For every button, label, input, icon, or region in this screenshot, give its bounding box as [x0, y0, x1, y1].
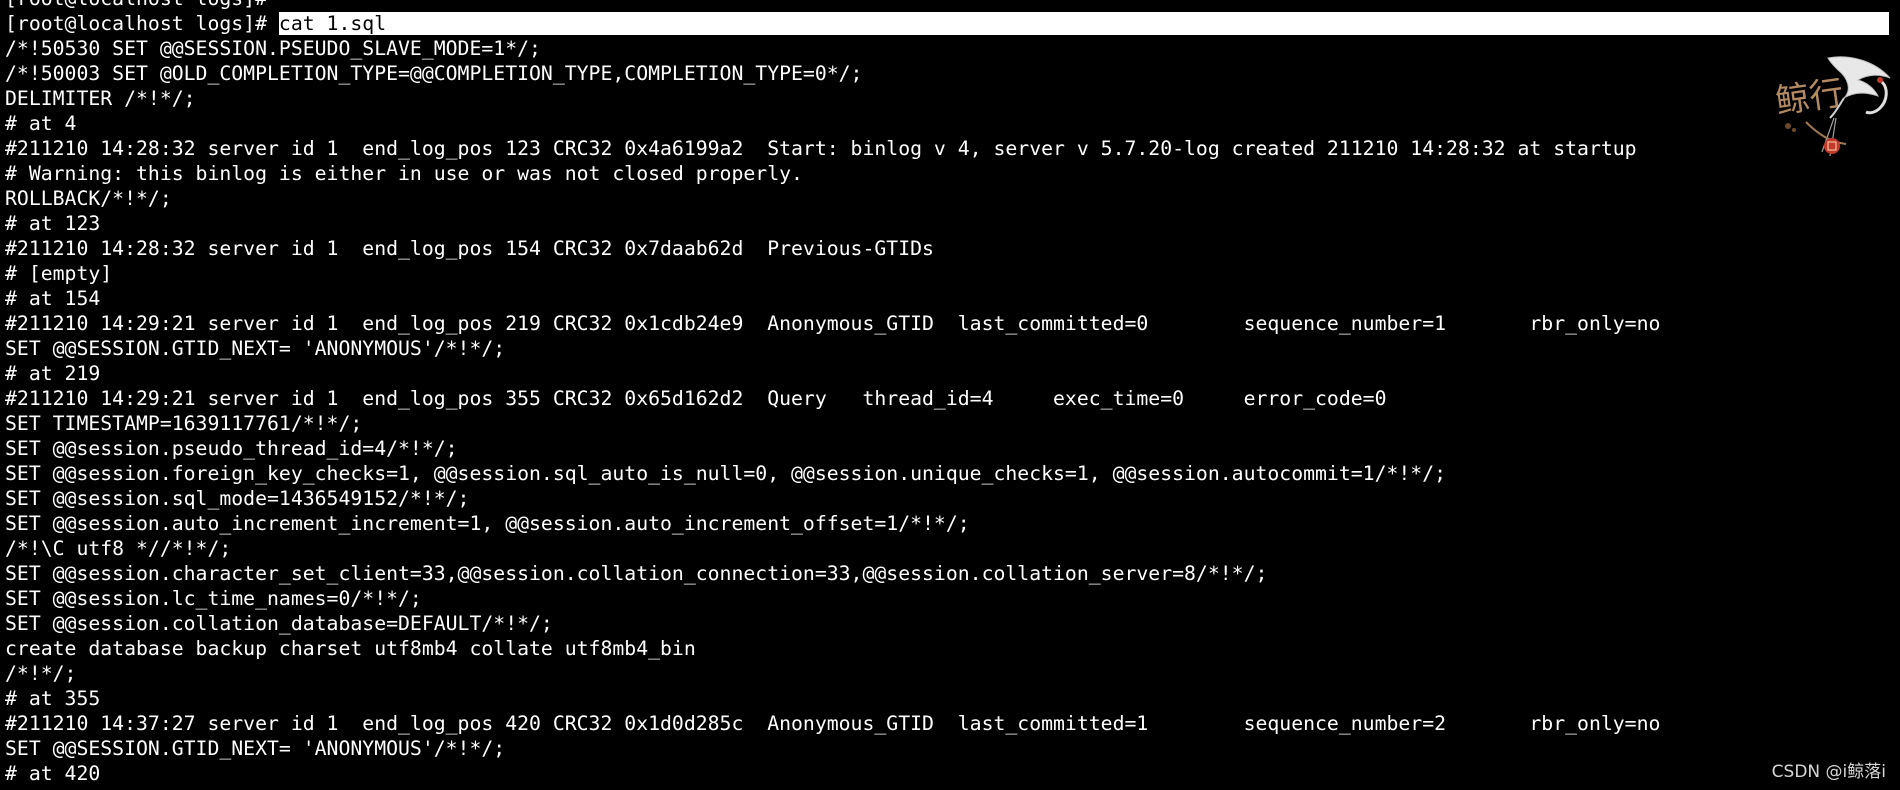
terminal-output-line: /*!50530 SET @@SESSION.PSEUDO_SLAVE_MODE… — [5, 37, 541, 60]
terminal-output-line: SET @@session.character_set_client=33,@@… — [5, 562, 1268, 585]
terminal-output-line: /*!\C utf8 *//*!*/; — [5, 537, 232, 560]
terminal-output-line: /*!*/; — [5, 662, 77, 685]
terminal-output-line: # at 219 — [5, 362, 101, 385]
watermark-logo-text: 鲸行 — [1773, 73, 1846, 122]
terminal-output-line: DELIMITER /*!*/; — [5, 87, 196, 110]
terminal-output-line: SET @@SESSION.GTID_NEXT= 'ANONYMOUS'/*!*… — [5, 737, 506, 760]
terminal-output-line: SET TIMESTAMP=1639117761/*!*/; — [5, 412, 363, 435]
terminal-output-line: SET @@session.lc_time_names=0/*!*/; — [5, 587, 422, 610]
terminal-output-line: SET @@session.auto_increment_increment=1… — [5, 512, 970, 535]
csdn-watermark: CSDN @i鲸落i — [1771, 762, 1886, 782]
terminal-output-line: # at 355 — [5, 687, 101, 710]
terminal-output-line: #211210 14:29:21 server id 1 end_log_pos… — [5, 387, 1387, 410]
shell-prompt: [root@localhost logs]# — [5, 12, 279, 35]
terminal-output-line: #211210 14:28:32 server id 1 end_log_pos… — [5, 237, 934, 260]
previous-prompt-text: [root@localhost logs]# — [5, 0, 267, 10]
terminal-output[interactable]: [root@localhost logs]# [root@localhost l… — [5, 0, 1895, 786]
terminal-window[interactable]: [root@localhost logs]# [root@localhost l… — [0, 0, 1900, 790]
terminal-output-line: # at 4 — [5, 112, 77, 135]
terminal-output-line: ROLLBACK/*!*/; — [5, 187, 172, 210]
terminal-line-command: [root@localhost logs]# cat 1.sql — [5, 11, 1895, 36]
terminal-output-line: SET @@session.sql_mode=1436549152/*!*/; — [5, 487, 470, 510]
terminal-output-line: # at 154 — [5, 287, 101, 310]
terminal-output-line: SET @@session.pseudo_thread_id=4/*!*/; — [5, 437, 458, 460]
selected-command-text[interactable]: cat 1.sql — [278, 12, 1889, 35]
terminal-output-line: SET @@session.foreign_key_checks=1, @@se… — [5, 462, 1447, 485]
terminal-output-line: # at 420 — [5, 762, 101, 785]
terminal-output-line: # at 123 — [5, 212, 101, 235]
terminal-output-line: #211210 14:28:32 server id 1 end_log_pos… — [5, 137, 1637, 160]
terminal-output-line: #211210 14:37:27 server id 1 end_log_pos… — [5, 712, 1661, 735]
terminal-line-prompt-previous: [root@localhost logs]# — [5, 0, 1895, 11]
terminal-output-line: /*!50003 SET @OLD_COMPLETION_TYPE=@@COMP… — [5, 62, 863, 85]
crane-watermark-icon: 鲸行 — [1773, 56, 1891, 157]
terminal-output-line: SET @@SESSION.GTID_NEXT= 'ANONYMOUS'/*!*… — [5, 337, 506, 360]
terminal-output-lines: /*!50530 SET @@SESSION.PSEUDO_SLAVE_MODE… — [5, 36, 1895, 786]
terminal-output-line: # [empty] — [5, 262, 113, 285]
terminal-output-line: #211210 14:29:21 server id 1 end_log_pos… — [5, 312, 1661, 335]
terminal-output-line: create database backup charset utf8mb4 c… — [5, 637, 696, 660]
terminal-output-line: SET @@session.collation_database=DEFAULT… — [5, 612, 553, 635]
terminal-output-line: # Warning: this binlog is either in use … — [5, 162, 803, 185]
